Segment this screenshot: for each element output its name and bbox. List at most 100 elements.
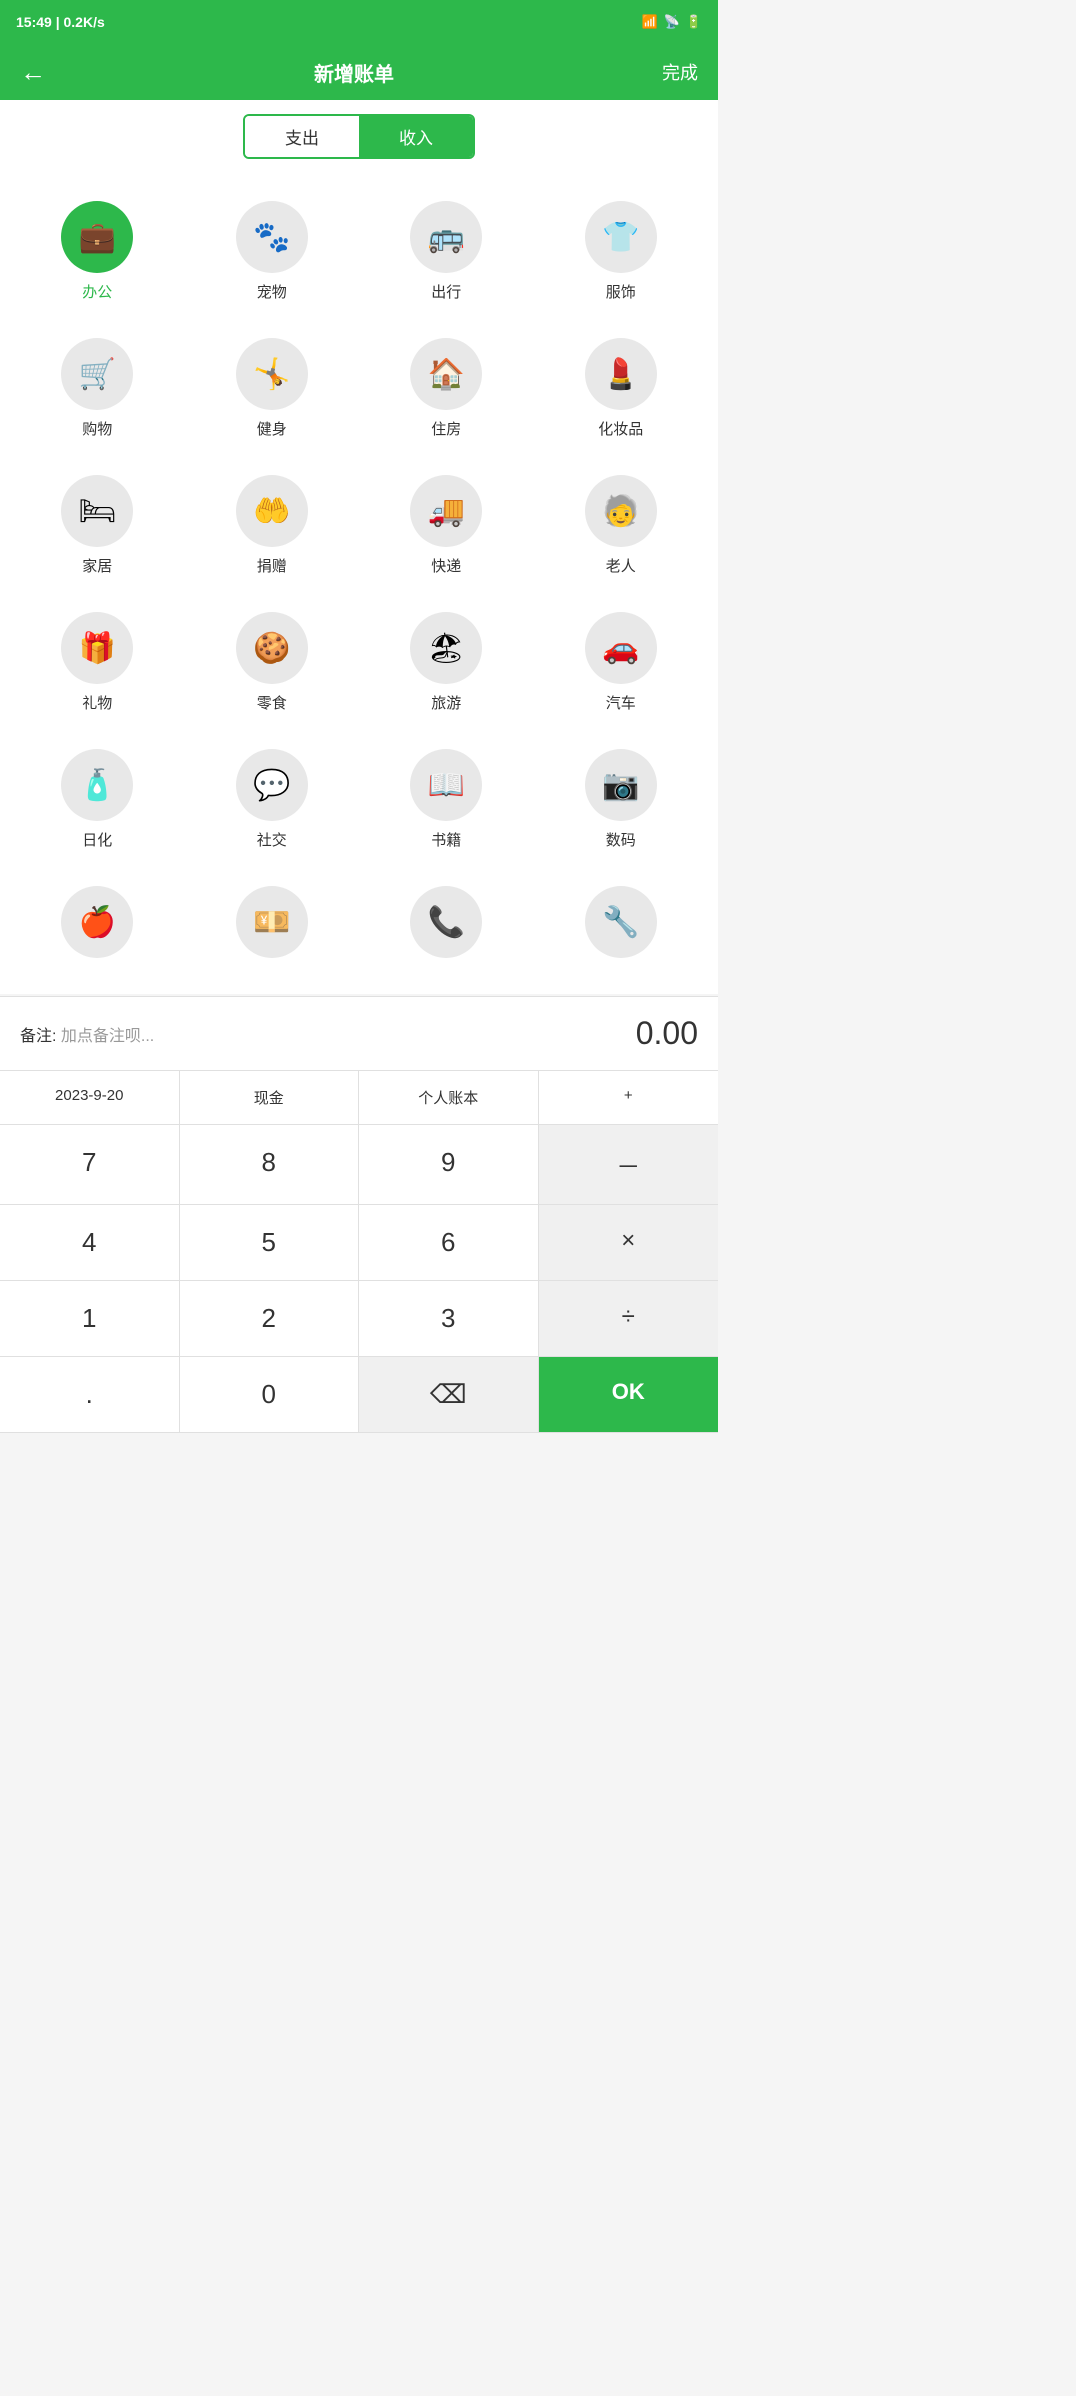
home-label: 家居	[82, 555, 112, 576]
key-6[interactable]: 6	[359, 1205, 539, 1280]
digital-icon: 📷	[585, 749, 657, 821]
travel-label: 出行	[431, 281, 461, 302]
gift-label: 礼物	[82, 692, 112, 713]
clothing-label: 服饰	[606, 281, 636, 302]
app-header: ← 新增账单 完成	[0, 44, 718, 100]
key-8[interactable]: 8	[180, 1125, 360, 1204]
digital-label: 数码	[606, 829, 636, 850]
category-cosmetics[interactable]: 💄 化妆品	[534, 320, 709, 457]
account-selector[interactable]: 个人账本	[359, 1071, 539, 1124]
shopping-icon: 🛒	[61, 338, 133, 410]
snack-label: 零食	[257, 692, 287, 713]
category-phone[interactable]: 📞	[359, 868, 534, 984]
travel-icon: 🚌	[410, 201, 482, 273]
category-digital[interactable]: 📷 数码	[534, 731, 709, 868]
express-icon: 🚚	[410, 475, 482, 547]
numpad-row-3: 1 2 3 ÷	[0, 1281, 718, 1357]
remark-bar: 备注: 加点备注呗... 0.00	[0, 996, 718, 1070]
books-label: 书籍	[431, 829, 461, 850]
key-5[interactable]: 5	[180, 1205, 360, 1280]
category-finance[interactable]: 💴	[185, 868, 360, 984]
category-elderly[interactable]: 🧓 老人	[534, 457, 709, 594]
category-office[interactable]: 💼 办公	[10, 183, 185, 320]
ok-button[interactable]: OK	[539, 1357, 719, 1432]
category-food[interactable]: 🍎	[10, 868, 185, 984]
housing-label: 住房	[431, 418, 461, 439]
repair-icon: 🔧	[585, 886, 657, 958]
payment-selector[interactable]: 现金	[180, 1071, 360, 1124]
elderly-label: 老人	[606, 555, 636, 576]
key-2[interactable]: 2	[180, 1281, 360, 1356]
category-repair[interactable]: 🔧	[534, 868, 709, 984]
remark-label: 备注:	[20, 1028, 56, 1045]
category-social[interactable]: 💬 社交	[185, 731, 360, 868]
key-multiply[interactable]: ×	[539, 1205, 719, 1280]
key-0[interactable]: 0	[180, 1357, 360, 1432]
status-icons: 📶 📡 🔋	[641, 14, 702, 30]
category-grid: 💼 办公 🐾 宠物 🚌 出行 👕 服饰 🛒 购物 🤸 健身 🏠 住房	[0, 183, 718, 984]
category-travel[interactable]: 🚌 出行	[359, 183, 534, 320]
numpad-row-1: 7 8 9 －	[0, 1125, 718, 1205]
car-icon: 🚗	[585, 612, 657, 684]
category-gift[interactable]: 🎁 礼物	[10, 594, 185, 731]
daily-icon: 🧴	[61, 749, 133, 821]
category-clothing[interactable]: 👕 服饰	[534, 183, 709, 320]
gift-icon: 🎁	[61, 612, 133, 684]
key-4[interactable]: 4	[0, 1205, 180, 1280]
clothing-icon: 👕	[585, 201, 657, 273]
amount-display: 0.00	[636, 1015, 698, 1052]
key-7[interactable]: 7	[0, 1125, 180, 1204]
category-car[interactable]: 🚗 汽车	[534, 594, 709, 731]
phone-icon: 📞	[410, 886, 482, 958]
remark-section: 备注: 加点备注呗...	[20, 1022, 154, 1046]
tab-income[interactable]: 收入	[359, 116, 473, 157]
key-minus[interactable]: －	[539, 1125, 719, 1204]
tourism-label: 旅游	[431, 692, 461, 713]
date-selector[interactable]: 2023-9-20	[0, 1071, 180, 1124]
pet-label: 宠物	[257, 281, 287, 302]
office-label: 办公	[82, 281, 112, 302]
categories-section: 💼 办公 🐾 宠物 🚌 出行 👕 服饰 🛒 购物 🤸 健身 🏠 住房	[0, 173, 718, 994]
pet-icon: 🐾	[236, 201, 308, 273]
housing-icon: 🏠	[410, 338, 482, 410]
cosmetics-label: 化妆品	[598, 418, 643, 439]
tab-expense[interactable]: 支出	[245, 116, 359, 157]
donation-label: 捐赠	[257, 555, 287, 576]
numpad-row-4: . 0 ⌫ OK	[0, 1357, 718, 1433]
category-daily[interactable]: 🧴 日化	[10, 731, 185, 868]
done-button[interactable]: 完成	[662, 59, 698, 85]
key-backspace[interactable]: ⌫	[359, 1357, 539, 1432]
category-pet[interactable]: 🐾 宠物	[185, 183, 360, 320]
category-tourism[interactable]: 🏖 旅游	[359, 594, 534, 731]
shopping-label: 购物	[82, 418, 112, 439]
key-3[interactable]: 3	[359, 1281, 539, 1356]
category-express[interactable]: 🚚 快递	[359, 457, 534, 594]
car-label: 汽车	[606, 692, 636, 713]
category-snack[interactable]: 🍪 零食	[185, 594, 360, 731]
battery-icon: 🔋	[686, 14, 702, 30]
category-books[interactable]: 📖 书籍	[359, 731, 534, 868]
page-title: 新增账单	[314, 58, 394, 87]
key-dot[interactable]: .	[0, 1357, 180, 1432]
tab-group: 支出 收入	[243, 114, 475, 159]
key-1[interactable]: 1	[0, 1281, 180, 1356]
category-donation[interactable]: 🤲 捐赠	[185, 457, 360, 594]
category-shopping[interactable]: 🛒 购物	[10, 320, 185, 457]
category-housing[interactable]: 🏠 住房	[359, 320, 534, 457]
remark-placeholder[interactable]: 加点备注呗...	[61, 1028, 154, 1045]
category-fitness[interactable]: 🤸 健身	[185, 320, 360, 457]
social-label: 社交	[257, 829, 287, 850]
home-icon: 🛏	[61, 475, 133, 547]
donation-icon: 🤲	[236, 475, 308, 547]
key-divide[interactable]: ÷	[539, 1281, 719, 1356]
back-button[interactable]: ←	[20, 57, 46, 88]
category-home[interactable]: 🛏 家居	[10, 457, 185, 594]
numpad-info-row: 2023-9-20 现金 个人账本 +	[0, 1071, 718, 1125]
key-9[interactable]: 9	[359, 1125, 539, 1204]
snack-icon: 🍪	[236, 612, 308, 684]
tourism-icon: 🏖	[410, 612, 482, 684]
social-icon: 💬	[236, 749, 308, 821]
plus-operator[interactable]: +	[539, 1071, 719, 1124]
finance-icon: 💴	[236, 886, 308, 958]
signal-icon: 📶	[641, 14, 657, 30]
